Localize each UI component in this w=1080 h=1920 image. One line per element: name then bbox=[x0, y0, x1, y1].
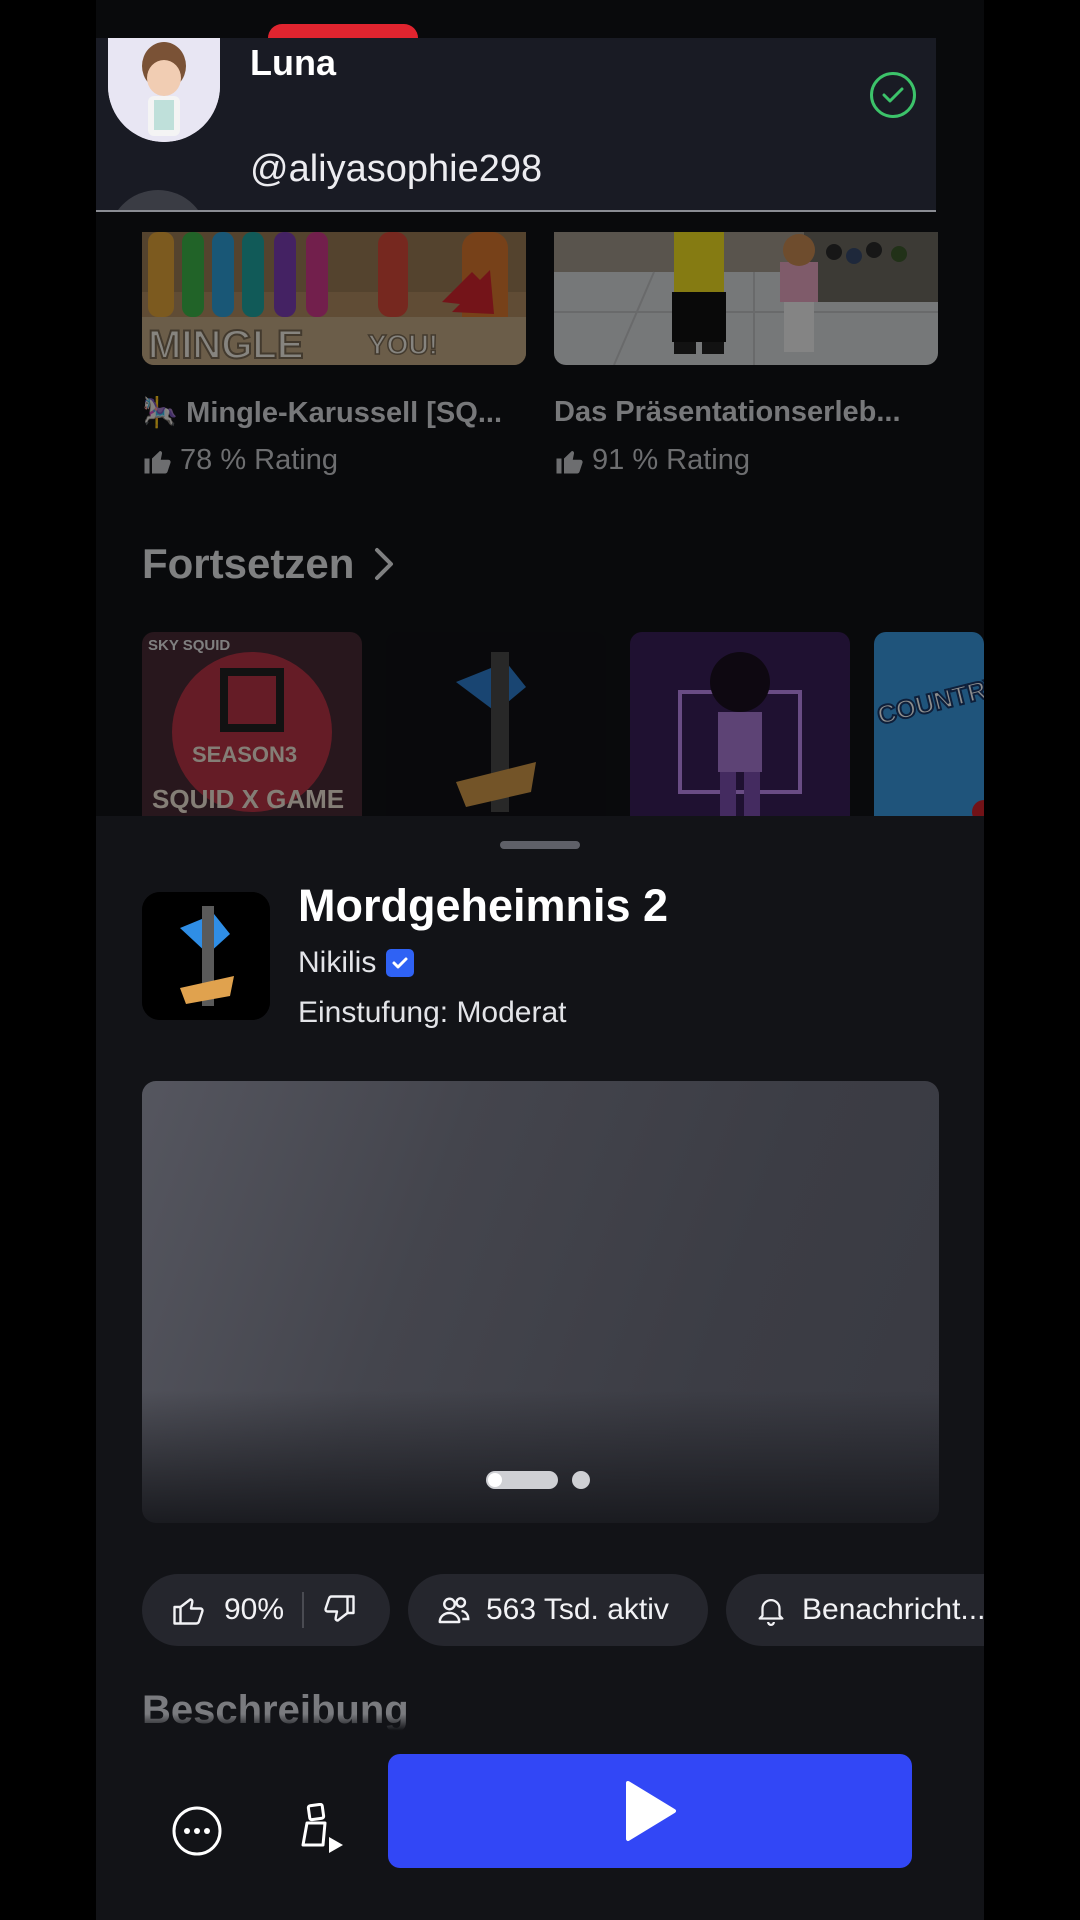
carousel-dot-active[interactable] bbox=[486, 1471, 558, 1489]
active-players-text: 563 Tsd. aktiv bbox=[486, 1593, 669, 1626]
account-name: Luna bbox=[250, 42, 336, 83]
game-title: Mordgeheimnis 2 bbox=[298, 880, 669, 931]
game-detail-sheet: Mordgeheimnis 2 Nikilis Einstufung: Mode… bbox=[96, 816, 984, 1920]
more-icon bbox=[172, 1806, 222, 1856]
avatar-pose-button[interactable] bbox=[286, 1796, 356, 1866]
sheet-drag-handle[interactable] bbox=[500, 841, 580, 849]
check-circle-icon bbox=[870, 72, 916, 118]
thumbs-up-icon[interactable] bbox=[170, 1592, 206, 1628]
action-bar bbox=[96, 1714, 984, 1920]
avatar-secondary bbox=[108, 190, 208, 210]
game-developer[interactable]: Nikilis bbox=[298, 946, 415, 980]
verified-badge-icon bbox=[386, 949, 415, 977]
more-button[interactable] bbox=[162, 1796, 232, 1866]
media-carousel[interactable] bbox=[142, 1081, 939, 1523]
carousel-dot[interactable] bbox=[572, 1471, 590, 1489]
active-players-chip[interactable]: 563 Tsd. aktiv bbox=[408, 1574, 708, 1646]
developer-name: Nikilis bbox=[298, 946, 377, 979]
like-percent: 90% bbox=[224, 1593, 285, 1626]
notify-label: Benachricht... bbox=[802, 1593, 984, 1626]
avatar-pose-icon bbox=[301, 1803, 343, 1853]
vote-chip: 90% bbox=[142, 1574, 390, 1646]
bell-icon bbox=[758, 1599, 784, 1626]
account-banner[interactable]: Luna @aliyasophie298 bbox=[96, 38, 936, 212]
game-icon bbox=[142, 892, 270, 1020]
phone-screen: MINGLE YOU! 🎠 Mingle-Karussell [SQ... 78… bbox=[96, 0, 984, 1920]
avatar bbox=[108, 38, 220, 142]
age-rating: Einstufung: Moderat bbox=[298, 996, 567, 1029]
notify-chip[interactable]: Benachricht... bbox=[726, 1574, 984, 1646]
play-button[interactable] bbox=[388, 1754, 912, 1868]
divider bbox=[302, 1592, 305, 1628]
thumbs-down-icon[interactable] bbox=[322, 1592, 358, 1628]
account-handle: @aliyasophie298 bbox=[250, 148, 543, 190]
play-icon bbox=[626, 1781, 676, 1841]
users-icon bbox=[438, 1597, 470, 1624]
